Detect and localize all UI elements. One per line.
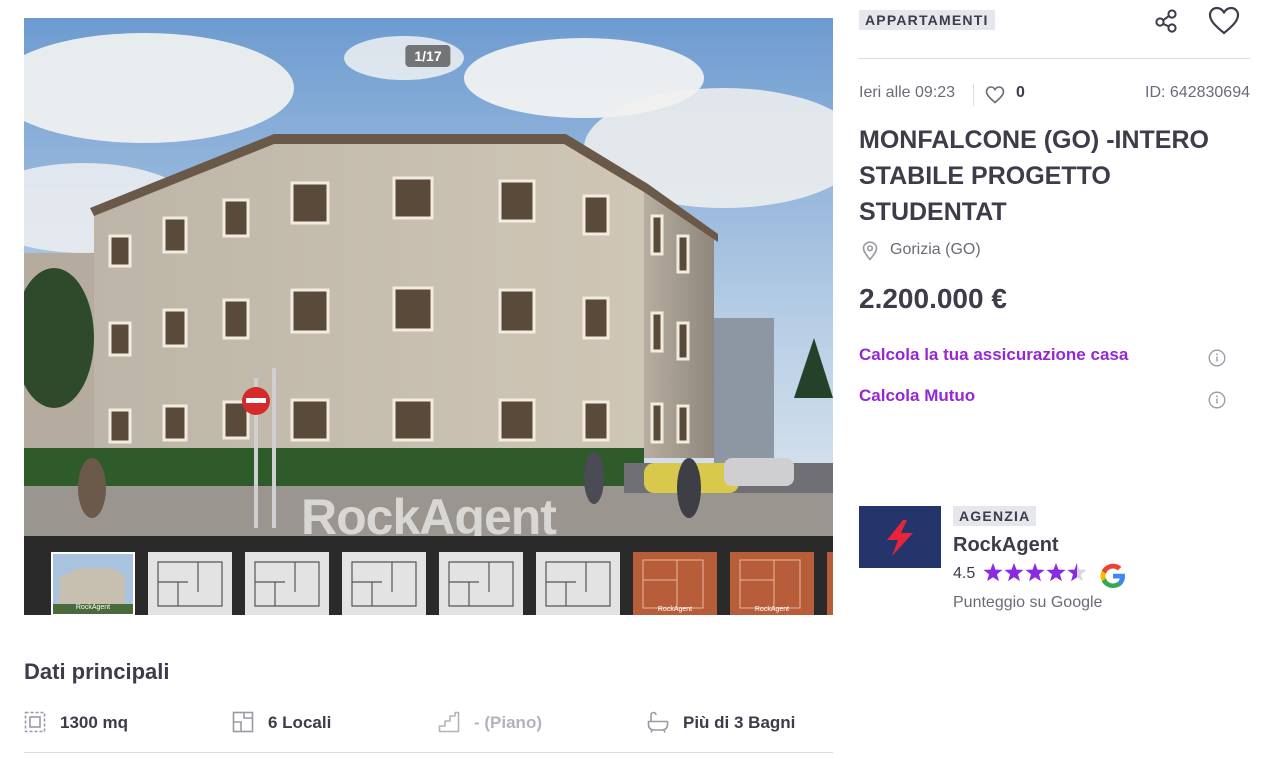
photo-counter: 1/17 — [405, 45, 451, 67]
listing-title: MONFALCONE (GO) -INTERO STABILE PROGETTO… — [859, 126, 1209, 226]
thumbnail-plan-image — [439, 552, 523, 615]
gallery-thumbnail[interactable]: RockAgent — [51, 552, 135, 615]
agency-name[interactable]: RockAgent — [953, 534, 1059, 557]
favorite-button[interactable] — [1208, 6, 1240, 36]
info-icon[interactable] — [1208, 349, 1226, 367]
rating-stars — [983, 563, 1087, 582]
location-text: Gorizia (GO) — [890, 241, 981, 258]
heart-icon — [1208, 6, 1240, 35]
gallery-thumbnail[interactable] — [536, 552, 620, 615]
share-icon — [1155, 9, 1177, 33]
rating-star — [1046, 563, 1066, 582]
rating-star — [1004, 563, 1024, 582]
thumbnail-plan-image — [342, 552, 426, 615]
gallery-thumbnail[interactable]: RockAgent — [633, 552, 717, 615]
agency-card[interactable]: AGENZIA RockAgent 4.5 Punteggio su Googl… — [859, 505, 1249, 620]
photo-gallery[interactable]: 1/17 RockAgent RockAgent RockAgent RockAge… — [24, 18, 833, 615]
thumbnail-plan-image — [536, 552, 620, 615]
likes-heart-icon — [985, 86, 1005, 104]
mortgage-link[interactable]: Calcola Mutuo — [859, 386, 975, 406]
insurance-link[interactable]: Calcola la tua assicurazione casa — [859, 345, 1128, 365]
listing-meta: Ieri alle 09:23 0 ID: 642830694 — [859, 84, 1250, 106]
gallery-thumbnail[interactable] — [148, 552, 232, 615]
thumbnail-watermark: RockAgent — [75, 604, 111, 611]
thumbnail-plan-image — [827, 552, 833, 615]
map-pin-icon — [862, 241, 878, 261]
rooms-icon — [232, 711, 254, 733]
building-render-image — [24, 18, 833, 536]
feature-rooms-label: 6 Locali — [268, 713, 332, 732]
feature-floor-label: - (Piano) — [474, 713, 542, 732]
main-data-title: Dati principali — [24, 659, 170, 684]
publish-date: Ieri alle 09:23 — [859, 84, 956, 101]
stairs-icon — [438, 711, 460, 733]
agency-logo[interactable] — [859, 506, 941, 568]
thumbnail-watermark: RockAgent — [657, 606, 693, 613]
share-button[interactable] — [1154, 8, 1180, 34]
main-data-divider — [24, 752, 833, 753]
gallery-thumbnail[interactable] — [342, 552, 426, 615]
gallery-thumbnail[interactable]: RockAgent — [730, 552, 814, 615]
gallery-thumbnail[interactable] — [439, 552, 523, 615]
thumbnail-strip[interactable]: RockAgent RockAgent RockAgent — [24, 536, 833, 615]
listing-price: 2.200.000 € — [859, 283, 1007, 314]
thumbnail-plan-image — [245, 552, 329, 615]
bathtub-icon — [647, 711, 669, 733]
listing-id: ID: 642830694 — [1145, 84, 1250, 101]
agency-rating-value: 4.5 — [953, 565, 976, 582]
info-icon[interactable] — [1208, 391, 1226, 409]
rating-star — [1025, 563, 1045, 582]
thumbnail-plan-image — [148, 552, 232, 615]
feature-surface-label: 1300 mq — [60, 713, 129, 732]
meta-separator — [973, 84, 974, 106]
category-badge: APPARTAMENTI — [859, 10, 995, 30]
gallery-thumbnail[interactable] — [827, 552, 833, 615]
google-icon — [1100, 563, 1125, 588]
listing-sidebar: APPARTAMENTI Ieri alle 09:23 0 ID: 64283… — [858, 0, 1250, 620]
header-divider — [858, 58, 1250, 59]
surface-icon — [24, 711, 46, 733]
agency-badge: AGENZIA — [953, 506, 1037, 526]
gallery-thumbnail[interactable] — [245, 552, 329, 615]
feature-bathrooms-label: Più di 3 Bagni — [683, 713, 796, 732]
lightning-logo-icon — [887, 520, 913, 556]
likes-count: 0 — [1016, 84, 1025, 101]
main-photo[interactable] — [24, 18, 833, 536]
rating-star — [983, 563, 1003, 582]
rating-source: Punteggio su Google — [953, 594, 1103, 611]
thumbnail-watermark: RockAgent — [754, 606, 790, 613]
